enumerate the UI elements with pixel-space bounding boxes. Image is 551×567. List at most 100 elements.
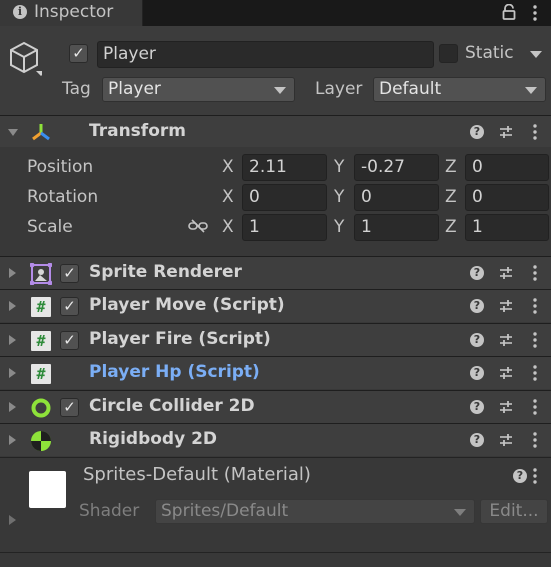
component-menu-icon[interactable] [533, 365, 537, 381]
gameobject-cube-icon[interactable] [8, 40, 42, 78]
static-dropdown-arrow-icon[interactable] [530, 51, 542, 58]
rotation-y-field[interactable]: 0 [354, 184, 439, 211]
axis-x-label[interactable]: X [222, 217, 234, 237]
axis-z-label[interactable]: Z [445, 157, 457, 177]
axis-x-label[interactable]: X [222, 187, 234, 207]
enabled-checkbox[interactable]: ✓ [60, 331, 79, 350]
presets-icon[interactable] [499, 366, 513, 380]
divider [0, 552, 551, 553]
axis-y-label[interactable]: Y [334, 187, 344, 207]
component-title: Player Move (Script) [89, 295, 285, 315]
position-x-field[interactable]: 2.11 [242, 154, 327, 181]
position-label: Position [27, 157, 94, 177]
presets-icon[interactable] [499, 125, 513, 139]
circle-collider-icon [31, 398, 51, 418]
component-menu-icon[interactable] [533, 265, 537, 281]
rotation-x-field[interactable]: 0 [242, 184, 327, 211]
component-title-link[interactable]: Player Hp (Script) [89, 362, 260, 382]
help-icon[interactable]: ? [470, 433, 484, 447]
component-header-player-move[interactable]: # ✓ Player Move (Script) ? [0, 289, 551, 322]
component-menu-icon[interactable] [533, 432, 537, 448]
shader-dropdown[interactable]: Sprites/Default [155, 499, 475, 524]
scale-z-field[interactable]: 1 [465, 214, 549, 241]
transform-body: Position X 2.11 Y -0.27 Z 0 Rotation X 0… [0, 147, 551, 255]
presets-icon[interactable] [499, 299, 513, 313]
constrain-proportions-icon[interactable] [188, 219, 208, 233]
position-y-field[interactable]: -0.27 [354, 154, 439, 181]
shader-label: Shader [79, 501, 140, 521]
component-header-sprite-renderer[interactable]: ✓ Sprite Renderer ? [0, 256, 551, 289]
chevron-down-icon [454, 509, 466, 516]
script-icon: # [31, 331, 51, 351]
tag-dropdown[interactable]: Player [102, 77, 295, 102]
material-foldout-icon[interactable] [9, 515, 16, 525]
active-checkbox[interactable]: ✓ [69, 44, 88, 63]
presets-icon[interactable] [499, 333, 513, 347]
foldout-arrow-icon[interactable] [9, 435, 16, 445]
script-icon: # [31, 297, 51, 317]
material-preview[interactable] [29, 471, 66, 508]
help-icon[interactable]: ? [470, 266, 484, 280]
static-checkbox[interactable] [439, 44, 458, 63]
foldout-arrow-icon[interactable] [9, 335, 16, 345]
info-icon: i [13, 5, 27, 19]
foldout-arrow-icon[interactable] [9, 268, 16, 278]
tag-value: Player [108, 79, 161, 99]
edit-button[interactable]: Edit... [480, 499, 548, 524]
component-menu-icon[interactable] [533, 298, 537, 314]
axis-y-label[interactable]: Y [334, 217, 344, 237]
component-menu-icon[interactable] [533, 124, 537, 140]
component-header-player-hp[interactable]: # Player Hp (Script) ? [0, 356, 551, 389]
presets-icon[interactable] [499, 266, 513, 280]
component-title: Player Fire (Script) [89, 329, 271, 349]
shader-value: Sprites/Default [161, 501, 289, 521]
component-title: Circle Collider 2D [89, 396, 255, 416]
transform-header[interactable]: Transform ? [0, 115, 551, 148]
help-icon[interactable]: ? [513, 469, 527, 483]
enabled-checkbox[interactable]: ✓ [60, 264, 79, 283]
presets-icon[interactable] [499, 400, 513, 414]
component-header-player-fire[interactable]: # ✓ Player Fire (Script) ? [0, 323, 551, 356]
foldout-arrow-icon[interactable] [9, 301, 16, 311]
enabled-checkbox[interactable]: ✓ [60, 297, 79, 316]
foldout-arrow-icon[interactable] [9, 402, 16, 412]
chevron-down-icon [274, 87, 286, 94]
tab-menu-icon[interactable] [533, 5, 537, 21]
rigidbody-icon [31, 431, 51, 451]
component-menu-icon[interactable] [533, 399, 537, 415]
component-header-circle-collider[interactable]: ✓ Circle Collider 2D ? [0, 390, 551, 423]
axis-x-label[interactable]: X [222, 157, 234, 177]
tab-inspector[interactable]: i Inspector [0, 0, 143, 26]
scale-x-field[interactable]: 1 [242, 214, 327, 241]
axis-z-label[interactable]: Z [445, 217, 457, 237]
help-icon[interactable]: ? [470, 400, 484, 414]
scale-y-field[interactable]: 1 [354, 214, 439, 241]
help-icon[interactable]: ? [470, 333, 484, 347]
foldout-arrow-icon[interactable] [8, 129, 18, 136]
name-field[interactable]: Player [97, 41, 434, 68]
component-menu-icon[interactable] [533, 332, 537, 348]
help-icon[interactable]: ? [470, 125, 484, 139]
gameobject-header [0, 26, 551, 116]
tag-label: Tag [62, 79, 91, 99]
lock-icon[interactable] [502, 4, 516, 20]
enabled-checkbox[interactable]: ✓ [60, 398, 79, 417]
component-title: Sprite Renderer [89, 262, 242, 282]
axis-y-label[interactable]: Y [334, 157, 344, 177]
scale-label: Scale [27, 217, 73, 237]
material-menu-icon[interactable] [533, 468, 537, 484]
component-header-rigidbody[interactable]: Rigidbody 2D ? [0, 423, 551, 456]
chevron-down-icon [525, 87, 537, 94]
position-z-field[interactable]: 0 [465, 154, 549, 181]
rotation-label: Rotation [27, 187, 99, 207]
layer-dropdown[interactable]: Default [373, 77, 546, 102]
presets-icon[interactable] [499, 433, 513, 447]
rotation-z-field[interactable]: 0 [465, 184, 549, 211]
foldout-arrow-icon[interactable] [9, 368, 16, 378]
script-icon: # [31, 364, 51, 384]
help-icon[interactable]: ? [470, 366, 484, 380]
layer-label: Layer [315, 79, 363, 99]
axis-z-label[interactable]: Z [445, 187, 457, 207]
transform-icon [32, 124, 50, 141]
help-icon[interactable]: ? [470, 299, 484, 313]
